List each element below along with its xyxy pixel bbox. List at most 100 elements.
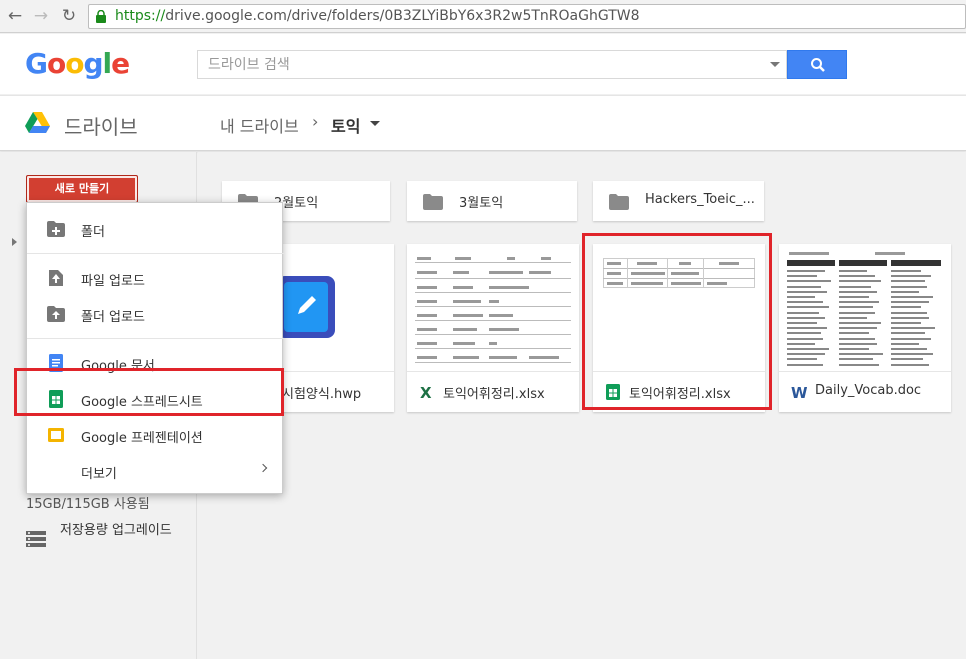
vocab-line (891, 290, 919, 293)
vocab-line (839, 270, 867, 272)
vocab-line (839, 342, 877, 345)
menu-item-file-upload[interactable]: 파일 업로드 (27, 260, 284, 296)
breadcrumb-current-folder[interactable]: 토익 (331, 113, 360, 137)
vocab-line (891, 296, 933, 298)
storage-icon (26, 531, 46, 547)
vocab-line (891, 301, 929, 304)
menu-divider (27, 253, 284, 254)
vocab-line (891, 270, 921, 272)
menu-item-label: 더보기 (81, 467, 117, 482)
pencil-icon (298, 296, 316, 314)
search-options-caret-icon[interactable] (770, 62, 780, 67)
word-icon: W (791, 384, 807, 400)
forward-arrow-icon[interactable]: → (30, 5, 52, 27)
drive-title[interactable]: 드라이브 (64, 111, 138, 140)
vocab-line (839, 353, 883, 356)
menu-item-folder[interactable]: 폴더 (27, 211, 284, 247)
folder-item[interactable]: Hackers_Toeic_... (593, 181, 764, 221)
upgrade-storage-link[interactable]: 저장용량 업그레이드 (60, 523, 180, 538)
svg-text:W: W (791, 384, 807, 400)
url-text: https://drive.google.com/drive/folders/0… (115, 8, 640, 24)
highlight-box (582, 233, 772, 410)
address-bar[interactable]: https://drive.google.com/drive/folders/0… (88, 4, 966, 29)
vocab-line (787, 337, 823, 340)
vocab-line (787, 311, 819, 314)
vocab-line (891, 342, 919, 345)
vocab-line (787, 348, 829, 350)
search-button[interactable] (787, 50, 847, 79)
svg-text:X: X (420, 384, 432, 400)
breadcrumb-my-drive[interactable]: 내 드라이브 (220, 113, 299, 137)
file-thumbnail (779, 244, 951, 372)
menu-item-google-slides[interactable]: Google 프레젠테이션 (27, 417, 284, 453)
vocab-line (891, 348, 927, 350)
file-upload-icon (49, 270, 63, 286)
search-input[interactable] (198, 51, 738, 78)
vocab-line (839, 316, 867, 319)
vocab-line (787, 332, 821, 335)
vocab-line (839, 337, 875, 340)
google-slides-icon (48, 428, 64, 442)
vocab-line (891, 358, 923, 361)
menu-divider (27, 338, 284, 339)
vocab-line (787, 306, 829, 309)
vocab-line (839, 363, 879, 366)
vocab-line (787, 280, 831, 283)
vocab-line (891, 306, 921, 309)
new-button[interactable]: 새로 만들기 (26, 175, 138, 203)
folder-icon (609, 194, 629, 210)
vocab-line (891, 337, 931, 340)
folder-name: 3월토익 (459, 196, 504, 211)
vocab-line (891, 275, 931, 278)
search-icon (811, 58, 825, 72)
vocab-line (891, 353, 933, 356)
folder-upload-icon (47, 306, 65, 322)
google-logo[interactable]: Google (25, 47, 130, 80)
menu-item-label: Google 프레젠테이션 (81, 431, 203, 446)
breadcrumb-separator: › (312, 112, 319, 131)
vocab-line (787, 327, 827, 330)
vocab-line (787, 316, 825, 319)
file-thumbnail (407, 244, 579, 372)
file-name: 토익어휘정리.xlsx (443, 387, 545, 402)
back-arrow-icon[interactable]: ← (4, 5, 26, 27)
vocab-line (891, 311, 927, 314)
vocab-line (891, 280, 925, 283)
expand-arrow-icon[interactable] (12, 238, 17, 246)
menu-item-more[interactable]: 더보기 (27, 453, 284, 489)
vocab-line (787, 275, 817, 278)
menu-item-folder-upload[interactable]: 폴더 업로드 (27, 296, 284, 332)
drive-header: 드라이브 내 드라이브 › 토익 (0, 95, 966, 151)
menu-item-label: 폴더 (81, 225, 105, 240)
excel-icon: X (420, 384, 432, 400)
vocab-line (787, 363, 823, 366)
vocab-line (839, 358, 873, 361)
vocab-line (839, 332, 869, 335)
vocab-line (891, 316, 929, 319)
vocab-line (787, 296, 815, 298)
reload-icon[interactable]: ↻ (58, 5, 80, 27)
menu-item-label: 파일 업로드 (81, 274, 145, 289)
new-folder-icon (47, 221, 65, 237)
file-card[interactable]: W Daily_Vocab.doc (779, 244, 951, 412)
vocab-line (839, 285, 871, 288)
vocab-line (891, 363, 929, 366)
vocab-line (787, 290, 827, 293)
vocab-line (787, 342, 815, 345)
vocab-line (839, 280, 881, 283)
vocab-line (891, 327, 935, 330)
folder-icon (423, 194, 443, 210)
vocab-line (787, 301, 823, 304)
file-name: Daily_Vocab.doc (815, 383, 922, 398)
vocab-line (787, 353, 825, 356)
google-drive-icon[interactable] (25, 112, 50, 134)
file-card[interactable]: X 토익어휘정리.xlsx (407, 244, 579, 412)
vocab-line (787, 358, 817, 361)
vocab-line (839, 327, 877, 330)
menu-item-label: 폴더 업로드 (81, 310, 145, 325)
folder-item[interactable]: 3월토익 (407, 181, 577, 221)
search-box (197, 50, 787, 79)
vocab-line (839, 301, 879, 304)
breadcrumb-caret-icon[interactable] (370, 121, 380, 126)
new-menu: 폴더 파일 업로드 폴더 업로드 Google 문서 Google 스프레드시트 (26, 202, 284, 494)
